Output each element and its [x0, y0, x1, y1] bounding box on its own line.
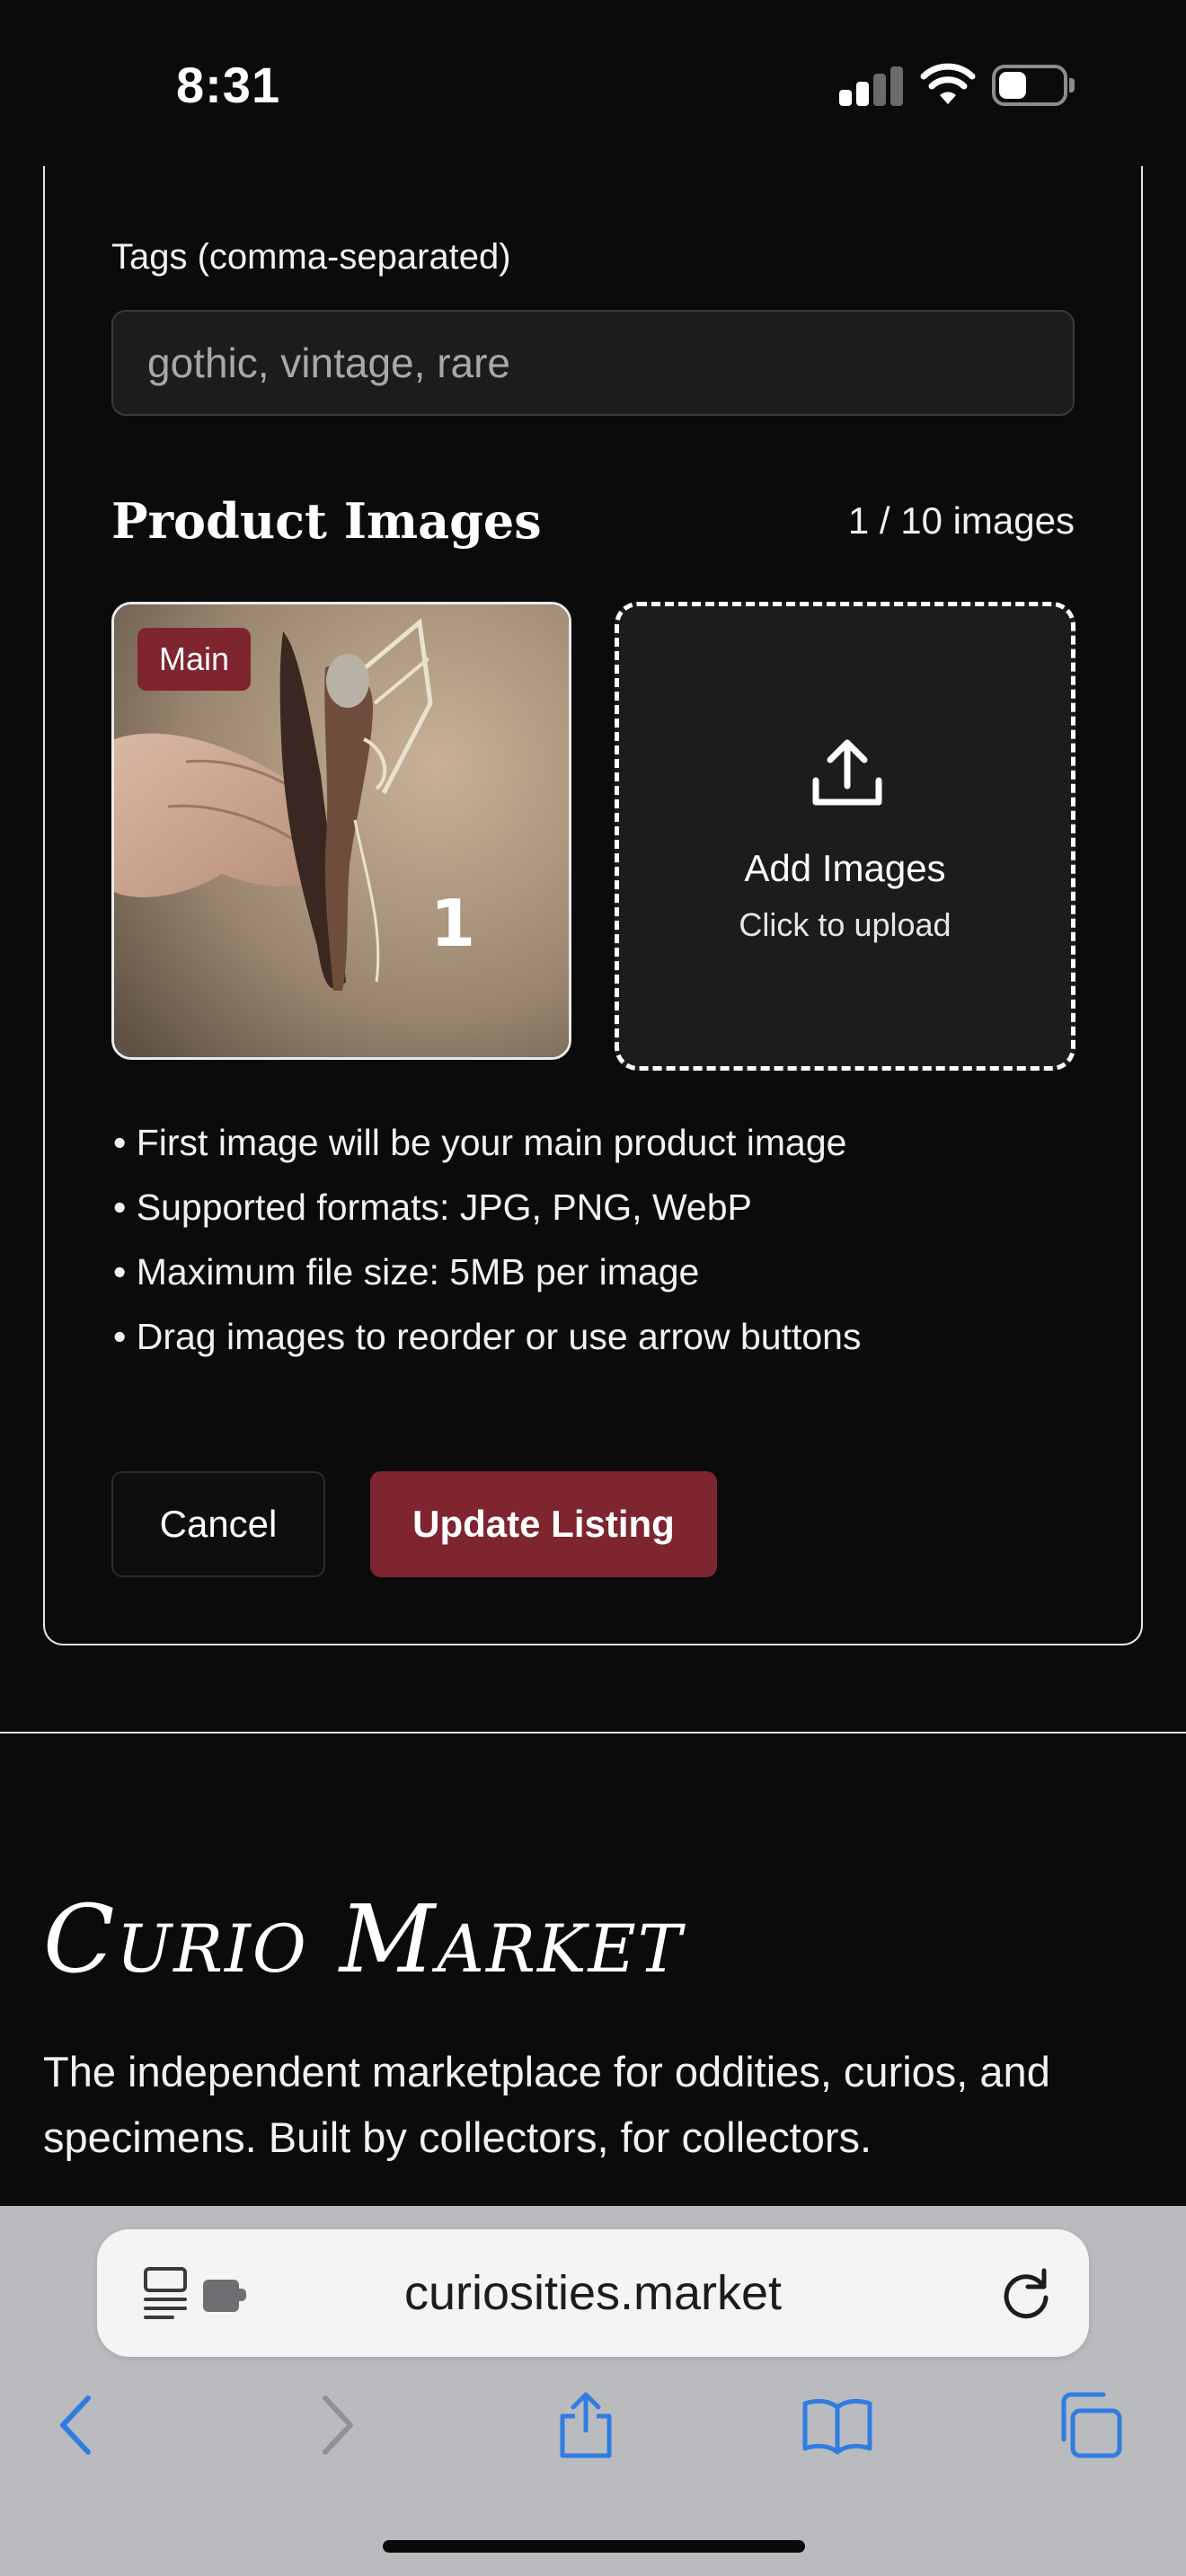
product-images-heading: Product Images [111, 492, 542, 550]
upload-icon [812, 739, 882, 806]
status-bar: 8:31 [0, 0, 1186, 166]
back-icon[interactable] [41, 2389, 113, 2461]
footer-tagline: The independent marketplace for oddities… [43, 2048, 1050, 2161]
cellular-signal-icon [839, 66, 903, 106]
guideline-item: • Maximum file size: 5MB per image [113, 1251, 700, 1292]
add-images-dropzone[interactable]: Add Images Click to upload [615, 602, 1075, 1071]
cancel-button[interactable]: Cancel [111, 1471, 325, 1577]
forward-icon[interactable] [300, 2389, 372, 2461]
product-image-thumbnail[interactable]: 1 Main [111, 602, 571, 1060]
main-image-badge: Main [137, 628, 252, 691]
tags-input[interactable]: gothic, vintage, rare [111, 310, 1075, 416]
update-listing-button[interactable]: Update Listing [370, 1471, 717, 1577]
image-count: 1 / 10 images [847, 499, 1075, 542]
status-time: 8:31 [176, 57, 281, 113]
tabs-icon[interactable] [1053, 2389, 1125, 2461]
guideline-item: • Drag images to reorder or use arrow bu… [113, 1316, 862, 1357]
guideline-item: • Supported formats: JPG, PNG, WebP [113, 1187, 752, 1228]
address-bar[interactable]: curiosities.market [97, 2229, 1089, 2357]
wifi-icon [920, 63, 976, 104]
add-images-title: Add Images [744, 847, 946, 889]
guideline-item: • First image will be your main product … [113, 1122, 847, 1163]
home-indicator [383, 2540, 805, 2553]
footer-divider [0, 1732, 1186, 1734]
brand-logo[interactable]: Curio Market [43, 1884, 684, 1994]
url-text[interactable]: curiosities.market [97, 2265, 1089, 2321]
svg-text:1: 1 [430, 886, 475, 961]
battery-icon [992, 65, 1075, 106]
reload-icon[interactable] [999, 2265, 1055, 2321]
add-images-subtitle: Click to upload [739, 906, 951, 943]
image-guidelines-list: • First image will be your main product … [113, 1119, 861, 1378]
bookmarks-icon[interactable] [801, 2389, 873, 2461]
tags-label: Tags (comma-separated) [111, 237, 511, 277]
share-icon[interactable] [550, 2389, 622, 2461]
